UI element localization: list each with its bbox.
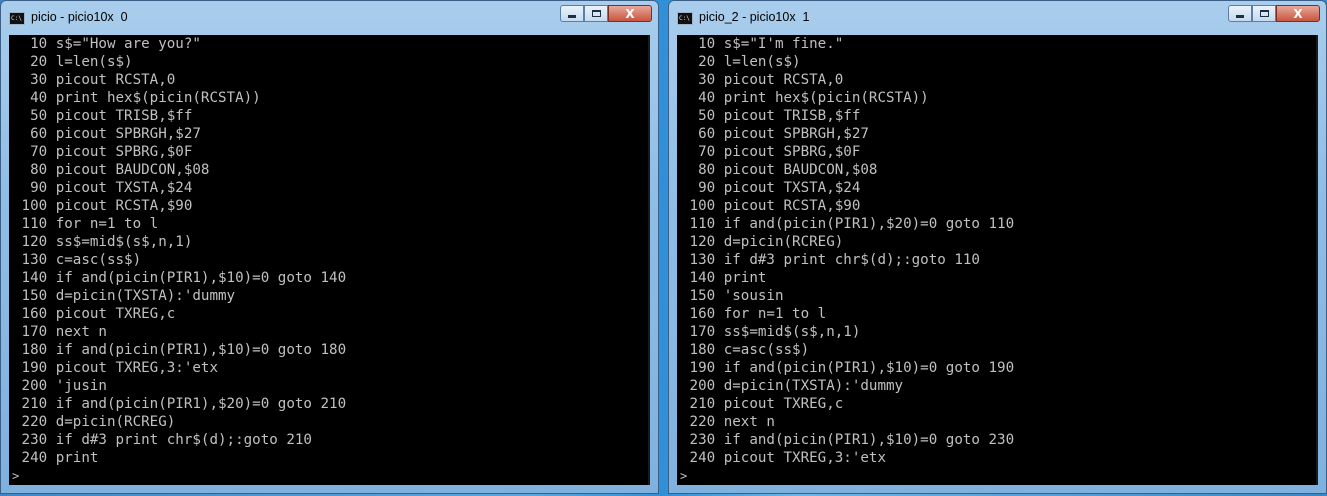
window-title: picio_2 - picio10x 1 — [699, 10, 810, 24]
code-line: 200 d=picin(TXSTA):'dummy — [681, 378, 904, 394]
code-line: 80 picout BAUDCON,$08 — [681, 162, 878, 178]
code-line: 240 print — [13, 450, 99, 466]
maximize-button[interactable] — [1252, 5, 1276, 22]
maximize-icon — [591, 10, 601, 17]
code-line: 160 picout TXREG,c — [13, 306, 176, 322]
command-prompt: > — [680, 469, 688, 483]
code-line: 220 next n — [681, 414, 775, 430]
console-window-picio-2[interactable]: C:\ picio_2 - picio10x 1 X 10 s$="I'm fi… — [668, 0, 1327, 494]
code-line: 140 print — [681, 270, 767, 286]
console-area[interactable]: 10 s$="How are you?" 20 l=len(s$) 30 pic… — [9, 35, 650, 485]
code-line: 120 d=picin(RCREG) — [681, 234, 844, 250]
code-line: 90 picout TXSTA,$24 — [13, 180, 193, 196]
code-listing: 10 s$="I'm fine." 20 l=len(s$) 30 picout… — [681, 35, 1015, 467]
code-line: 100 picout RCSTA,$90 — [681, 198, 861, 214]
code-line: 60 picout SPBRGH,$27 — [681, 126, 869, 142]
code-line: 130 if d#3 print chr$(d);:goto 110 — [681, 252, 980, 268]
code-line: 80 picout BAUDCON,$08 — [13, 162, 210, 178]
minimize-icon — [1236, 15, 1244, 18]
close-icon: X — [625, 6, 635, 21]
code-line: 170 ss$=mid$(s$,n,1) — [681, 324, 861, 340]
code-line: 240 picout TXREG,3:'etx — [681, 450, 886, 466]
code-line: 200 'jusin — [13, 378, 107, 394]
minimize-icon — [568, 15, 576, 18]
code-line: 150 d=picin(TXSTA):'dummy — [13, 288, 236, 304]
code-line: 170 next n — [13, 324, 107, 340]
code-line: 160 for n=1 to l — [681, 306, 827, 322]
close-button[interactable]: X — [1276, 5, 1320, 22]
code-line: 60 picout SPBRGH,$27 — [13, 126, 201, 142]
maximize-icon — [1259, 10, 1269, 17]
code-line: 110 for n=1 to l — [13, 216, 159, 232]
code-line: 70 picout SPBRG,$0F — [681, 144, 861, 160]
code-listing: 10 s$="How are you?" 20 l=len(s$) 30 pic… — [13, 35, 347, 467]
code-line: 40 print hex$(picin(RCSTA)) — [681, 90, 929, 106]
scroll-edge — [648, 35, 650, 485]
code-line: 130 c=asc(ss$) — [13, 252, 142, 268]
code-line: 210 if and(picin(PIR1),$20)=0 goto 210 — [13, 396, 347, 412]
code-line: 120 ss$=mid$(s$,n,1) — [13, 234, 193, 250]
code-line: 30 picout RCSTA,0 — [13, 72, 176, 88]
code-line: 140 if and(picin(PIR1),$10)=0 goto 140 — [13, 270, 347, 286]
code-line: 110 if and(picin(PIR1),$20)=0 goto 110 — [681, 216, 1015, 232]
window-controls: X — [1228, 5, 1320, 22]
code-line: 20 l=len(s$) — [13, 54, 133, 70]
minimize-button[interactable] — [560, 5, 584, 22]
code-line: 210 picout TXREG,c — [681, 396, 844, 412]
minimize-button[interactable] — [1228, 5, 1252, 22]
code-line: 70 picout SPBRG,$0F — [13, 144, 193, 160]
window-title: picio - picio10x 0 — [31, 10, 128, 24]
code-line: 10 s$="How are you?" — [13, 36, 201, 52]
console-area[interactable]: 10 s$="I'm fine." 20 l=len(s$) 30 picout… — [677, 35, 1318, 485]
code-line: 190 if and(picin(PIR1),$10)=0 goto 190 — [681, 360, 1015, 376]
command-prompt: > — [12, 469, 20, 483]
code-line: 40 print hex$(picin(RCSTA)) — [13, 90, 261, 106]
title-bar[interactable]: C:\ picio_2 - picio10x 1 X — [669, 1, 1326, 35]
code-line: 180 c=asc(ss$) — [681, 342, 810, 358]
code-line: 100 picout RCSTA,$90 — [13, 198, 193, 214]
close-button[interactable]: X — [608, 5, 652, 22]
code-line: 230 if d#3 print chr$(d);:goto 210 — [13, 432, 312, 448]
close-icon: X — [1293, 6, 1303, 21]
console-window-picio[interactable]: C:\ picio - picio10x 0 X 10 s$="How are … — [0, 0, 659, 494]
title-bar[interactable]: C:\ picio - picio10x 0 X — [1, 1, 658, 35]
code-line: 230 if and(picin(PIR1),$10)=0 goto 230 — [681, 432, 1015, 448]
code-line: 190 picout TXREG,3:'etx — [13, 360, 218, 376]
maximize-button[interactable] — [584, 5, 608, 22]
code-line: 50 picout TRISB,$ff — [13, 108, 193, 124]
code-line: 220 d=picin(RCREG) — [13, 414, 176, 430]
code-line: 10 s$="I'm fine." — [681, 36, 844, 52]
code-line: 20 l=len(s$) — [681, 54, 801, 70]
console-icon: C:\ — [9, 12, 25, 25]
code-line: 90 picout TXSTA,$24 — [681, 180, 861, 196]
code-line: 50 picout TRISB,$ff — [681, 108, 861, 124]
code-line: 150 'sousin — [681, 288, 784, 304]
console-icon: C:\ — [677, 12, 693, 25]
code-line: 30 picout RCSTA,0 — [681, 72, 844, 88]
window-controls: X — [560, 5, 652, 22]
scroll-edge — [1316, 35, 1318, 485]
code-line: 180 if and(picin(PIR1),$10)=0 goto 180 — [13, 342, 347, 358]
